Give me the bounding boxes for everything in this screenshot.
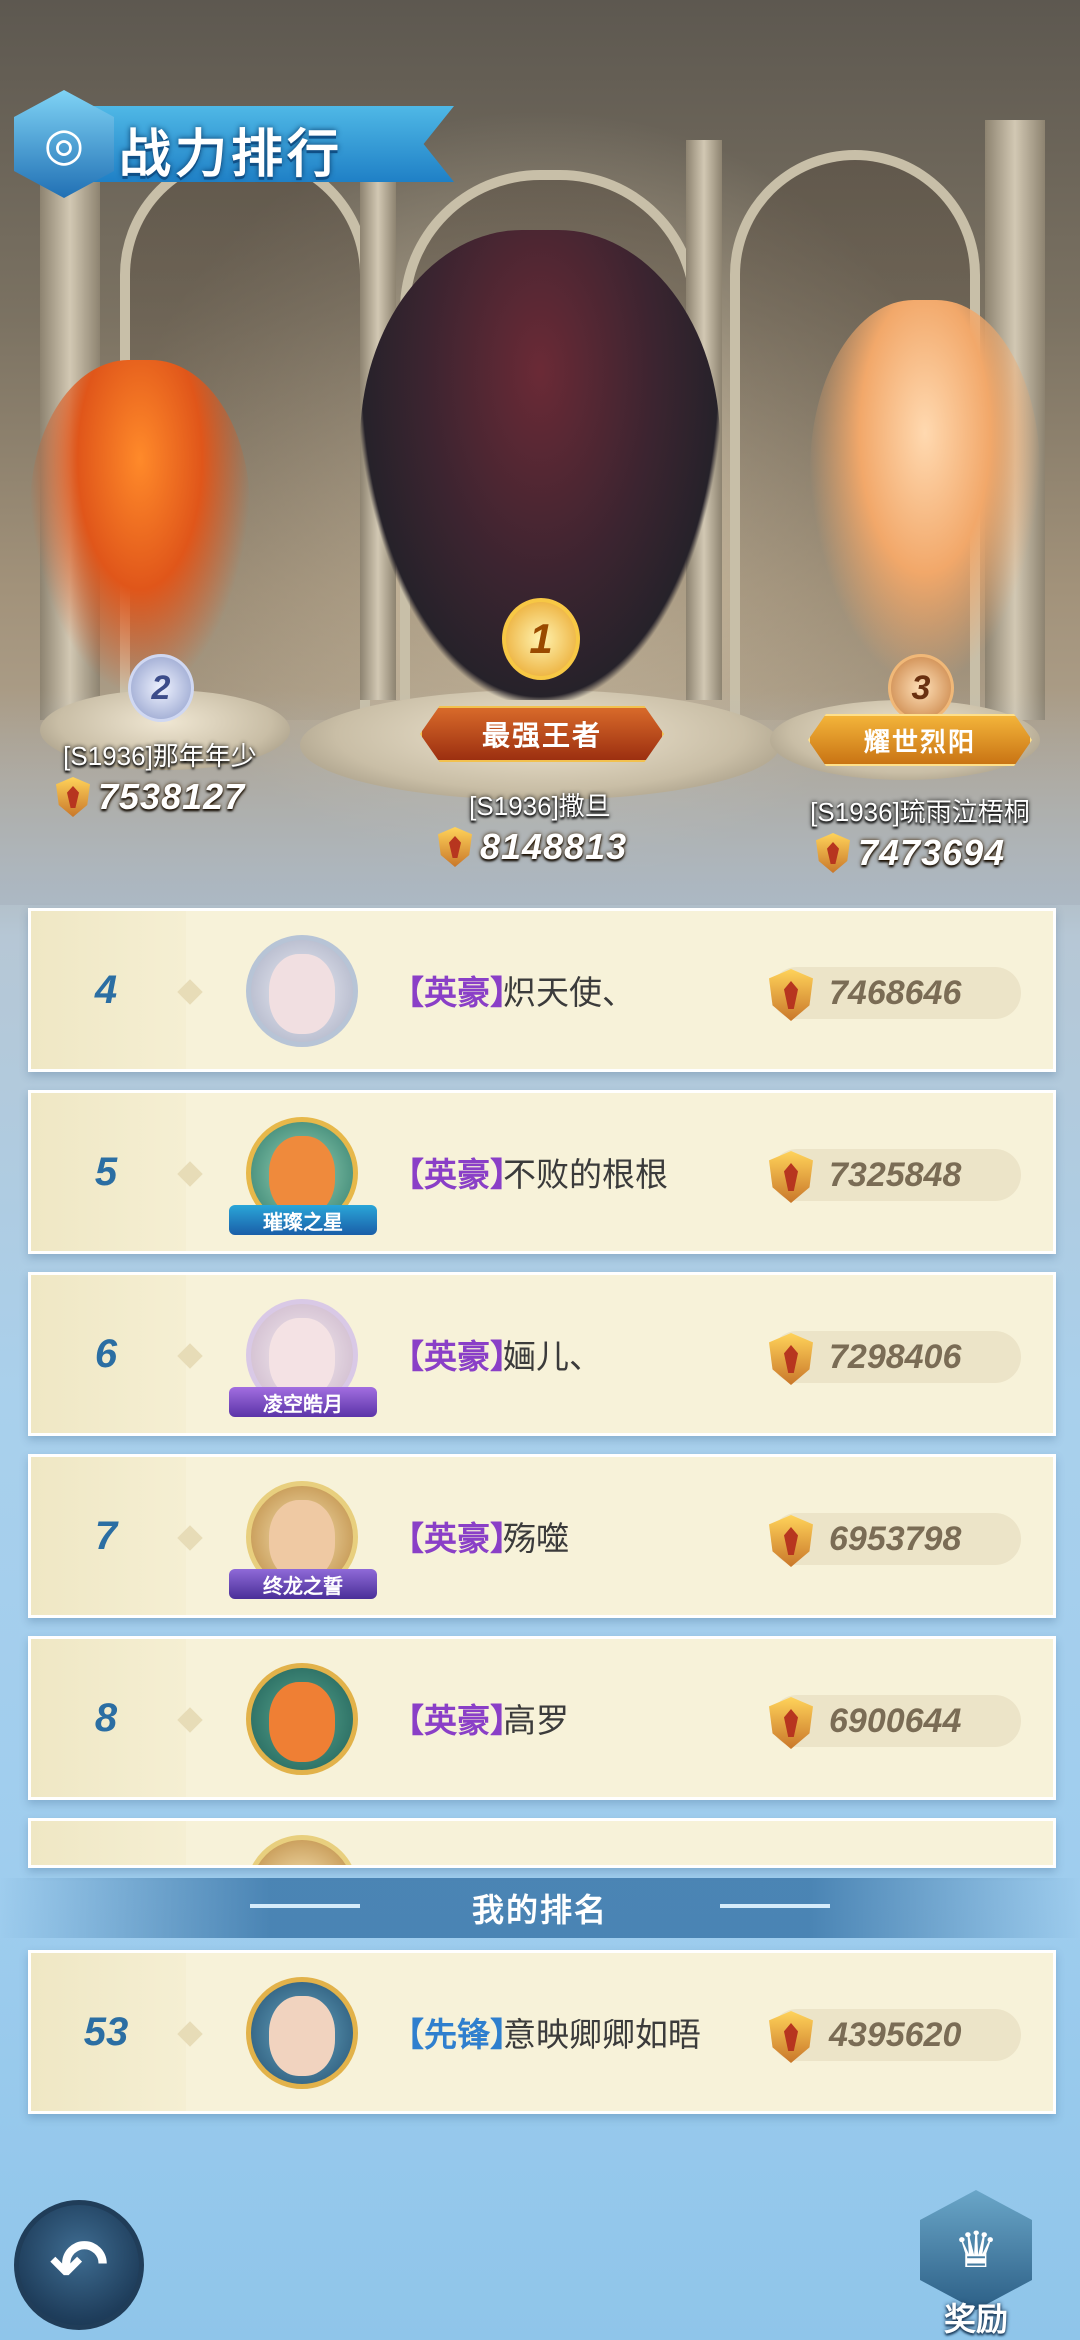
player-name: 婳儿、 bbox=[503, 1338, 602, 1375]
back-arrow-icon: ↶ bbox=[49, 2226, 109, 2304]
power-shield-icon bbox=[769, 1333, 813, 1385]
champion-2-power: 7538127 bbox=[56, 776, 245, 818]
header-decoration bbox=[250, 1904, 360, 1908]
avatar-frame-badge: 璀璨之星 bbox=[229, 1205, 377, 1235]
avatar-face bbox=[269, 1500, 335, 1580]
page-title: 战力排行 bbox=[119, 125, 344, 185]
champion-2-name: [S1936]那年年少 bbox=[63, 741, 257, 771]
power-value: 7298406 bbox=[829, 1337, 962, 1376]
avatar-frame-badge: 凌空皓月 bbox=[229, 1387, 377, 1417]
power-shield-icon bbox=[769, 2011, 813, 2063]
player-name: 炽天使、 bbox=[503, 974, 635, 1011]
champion-2-figure bbox=[30, 360, 250, 690]
power-value: 7325848 bbox=[829, 1155, 962, 1194]
player-name: 殇噬 bbox=[503, 1520, 569, 1557]
avatar-face bbox=[269, 1318, 335, 1398]
champion-3-name: [S1936]琉雨泣梧桐 bbox=[810, 797, 1030, 827]
rank-number: 4 bbox=[94, 967, 118, 1012]
avatar-face bbox=[269, 1136, 335, 1216]
power-shield-icon bbox=[816, 833, 850, 873]
rank-2-medal-icon: 2 bbox=[128, 654, 194, 722]
ranking-row[interactable]: 5 璀璨之星 【英豪】 不败的根根 7325848 bbox=[28, 1090, 1056, 1254]
page-title-banner: ◎ 战力排行 bbox=[14, 90, 454, 198]
rank-number: 7 bbox=[94, 1513, 118, 1558]
reward-label: 奖励 bbox=[943, 2301, 1008, 2337]
power-value: 7468646 bbox=[829, 973, 962, 1012]
rank-number: 53 bbox=[83, 2009, 129, 2054]
my-rank-row[interactable]: 53 【先锋】 意映卿卿如晤 4395620 bbox=[28, 1950, 1056, 2114]
avatar[interactable] bbox=[246, 935, 358, 1047]
crown-icon: ♛ bbox=[920, 2190, 1032, 2310]
power-value: 6900644 bbox=[829, 1701, 962, 1740]
player-name: 高罗 bbox=[503, 1702, 569, 1739]
power-shield-icon bbox=[438, 827, 472, 867]
reward-button[interactable]: ♛ 奖励 bbox=[916, 2190, 1036, 2340]
player-name: 不败的根根 bbox=[503, 1156, 668, 1193]
my-rank-header: 我的排名 bbox=[0, 1878, 1080, 1938]
power-shield-icon bbox=[56, 777, 90, 817]
ranking-row-partial[interactable] bbox=[28, 1818, 1056, 1868]
power-shield-icon bbox=[769, 1697, 813, 1749]
ranking-row[interactable]: 4 【英豪】 炽天使、 7468646 bbox=[28, 908, 1056, 1072]
champion-3-figure bbox=[810, 300, 1040, 680]
back-button[interactable]: ↶ bbox=[14, 2200, 144, 2330]
avatar-face bbox=[269, 1996, 335, 2076]
rank-number: 8 bbox=[94, 1695, 118, 1740]
champion-1-title: 最强王者 bbox=[420, 706, 664, 762]
avatar[interactable] bbox=[246, 1977, 358, 2089]
my-rank-label: 我的排名 bbox=[471, 1892, 608, 1928]
rank-3-medal-icon: 3 bbox=[888, 654, 954, 722]
champion-3-title: 耀世烈阳 bbox=[808, 714, 1032, 766]
power-value: 4395620 bbox=[829, 2015, 962, 2054]
avatar[interactable] bbox=[246, 1835, 358, 1865]
rank-zone bbox=[31, 1821, 186, 1865]
champion-1-power: 8148813 bbox=[438, 826, 627, 868]
rank-number: 5 bbox=[94, 1149, 118, 1194]
ranking-row[interactable]: 7 终龙之誓 【英豪】 殇噬 6953798 bbox=[28, 1454, 1056, 1618]
avatar-frame-badge: 终龙之誓 bbox=[229, 1569, 377, 1599]
champion-3-power: 7473694 bbox=[816, 832, 1005, 874]
rank-number: 6 bbox=[94, 1331, 118, 1376]
avatar[interactable] bbox=[246, 1663, 358, 1775]
power-value: 6953798 bbox=[829, 1519, 962, 1558]
power-shield-icon bbox=[769, 1515, 813, 1567]
power-shield-icon bbox=[769, 1151, 813, 1203]
rank-1-medal-icon: 1 bbox=[502, 598, 580, 680]
avatar-face bbox=[269, 1682, 335, 1762]
power-shield-icon bbox=[769, 969, 813, 1021]
player-name: 意映卿卿如晤 bbox=[503, 2016, 701, 2053]
header-decoration bbox=[720, 1904, 830, 1908]
avatar-face bbox=[269, 954, 335, 1034]
champion-1-name: [S1936]撒旦 bbox=[469, 791, 611, 821]
ranking-row[interactable]: 6 凌空皓月 【英豪】 婳儿、 7298406 bbox=[28, 1272, 1056, 1436]
ranking-row[interactable]: 8 【英豪】 高罗 6900644 bbox=[28, 1636, 1056, 1800]
